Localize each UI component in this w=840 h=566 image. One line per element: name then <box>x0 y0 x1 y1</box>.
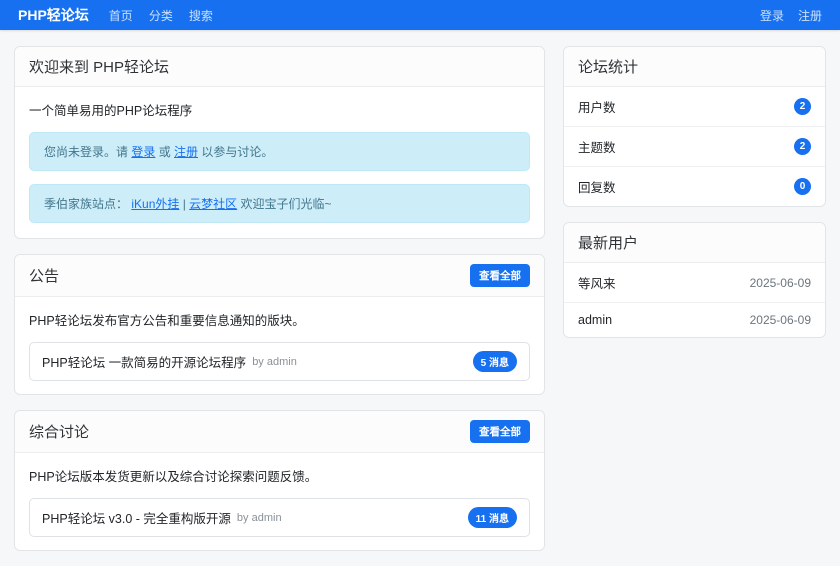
register-link[interactable]: 注册 <box>798 7 822 24</box>
thread-row[interactable]: PHP轻论坛 一款简易的开源论坛程序 by admin 5 消息 <box>29 342 530 381</box>
login-alert: 您尚未登录。请 登录 或 注册 以参与讨论。 <box>29 132 530 171</box>
nav-item-categories[interactable]: 分类 <box>149 7 173 24</box>
stat-row-topics: 主题数 2 <box>564 127 825 167</box>
top-navbar: PHP轻论坛 首页 分类 搜索 登录 注册 <box>0 0 840 30</box>
thread-author: by admin <box>237 512 282 524</box>
stat-value-badge: 2 <box>794 98 811 115</box>
board-general-body: PHP论坛版本发货更新以及综合讨论探索问题反馈。 PHP轻论坛 v3.0 - 完… <box>15 453 544 550</box>
board-announcements-header: 公告 查看全部 <box>15 255 544 297</box>
thread-author: by admin <box>252 356 297 368</box>
board-title: 综合讨论 <box>29 421 89 442</box>
welcome-subtitle: 一个简单易用的PHP论坛程序 <box>29 100 530 119</box>
board-card-announcements: 公告 查看全部 PHP轻论坛发布官方公告和重要信息通知的版块。 PHP轻论坛 一… <box>14 254 545 395</box>
user-join-date: 2025-06-09 <box>750 276 811 290</box>
stat-row-users: 用户数 2 <box>564 87 825 127</box>
thread-message-count-badge: 5 消息 <box>473 351 517 372</box>
nav-auth-links: 登录 注册 <box>760 7 822 24</box>
family-sites-alert: 季伯家族站点： iKun外挂 | 云梦社区 欢迎宝子们光临~ <box>29 184 530 223</box>
latest-users-title: 最新用户 <box>578 232 638 253</box>
thread-row[interactable]: PHP轻论坛 v3.0 - 完全重构版开源 by admin 11 消息 <box>29 498 530 537</box>
view-all-button[interactable]: 查看全部 <box>470 420 530 443</box>
user-name: 等风来 <box>578 273 616 292</box>
brand-logo[interactable]: PHP轻论坛 <box>18 5 89 25</box>
board-general-header: 综合讨论 查看全部 <box>15 411 544 453</box>
sidebar-column: 论坛统计 用户数 2 主题数 2 回复数 0 最新用户 <box>563 46 826 353</box>
user-row: 等风来 2025-06-09 <box>564 263 825 303</box>
login-link[interactable]: 登录 <box>760 7 784 24</box>
thread-message-count-badge: 11 消息 <box>468 507 517 528</box>
board-title: 公告 <box>29 265 59 286</box>
welcome-card-header: 欢迎来到 PHP轻论坛 <box>15 47 544 87</box>
thread-title[interactable]: PHP轻论坛 v3.0 - 完全重构版开源 <box>42 508 231 527</box>
login-alert-text: 您尚未登录。请 <box>44 145 131 159</box>
main-column: 欢迎来到 PHP轻论坛 一个简单易用的PHP论坛程序 您尚未登录。请 登录 或 … <box>14 46 545 566</box>
main-container: 欢迎来到 PHP轻论坛 一个简单易用的PHP论坛程序 您尚未登录。请 登录 或 … <box>14 46 826 566</box>
forum-stats-card: 论坛统计 用户数 2 主题数 2 回复数 0 <box>563 46 826 207</box>
nav-item-home[interactable]: 首页 <box>109 7 133 24</box>
board-description: PHP论坛版本发货更新以及综合讨论探索问题反馈。 <box>29 466 530 485</box>
thread-title[interactable]: PHP轻论坛 一款简易的开源论坛程序 <box>42 352 246 371</box>
login-alert-text: 或 <box>155 145 174 159</box>
family-alert-separator: | <box>179 197 189 211</box>
stat-label: 主题数 <box>578 137 616 156</box>
welcome-card: 欢迎来到 PHP轻论坛 一个简单易用的PHP论坛程序 您尚未登录。请 登录 或 … <box>14 46 545 239</box>
forum-stats-title: 论坛统计 <box>578 56 638 77</box>
yunmeng-site-link[interactable]: 云梦社区 <box>189 197 237 211</box>
alert-login-link[interactable]: 登录 <box>131 145 155 159</box>
user-name: admin <box>578 313 612 327</box>
stat-value-badge: 2 <box>794 138 811 155</box>
board-announcements-body: PHP轻论坛发布官方公告和重要信息通知的版块。 PHP轻论坛 一款简易的开源论坛… <box>15 297 544 394</box>
latest-users-card: 最新用户 等风来 2025-06-09 admin 2025-06-09 <box>563 222 826 338</box>
forum-stats-header: 论坛统计 <box>564 47 825 87</box>
family-alert-text: 欢迎宝子们光临~ <box>237 197 331 211</box>
stat-row-replies: 回复数 0 <box>564 167 825 206</box>
latest-users-list: 等风来 2025-06-09 admin 2025-06-09 <box>564 263 825 337</box>
stat-value-badge: 0 <box>794 178 811 195</box>
alert-register-link[interactable]: 注册 <box>174 145 198 159</box>
user-row: admin 2025-06-09 <box>564 303 825 337</box>
ikun-site-link[interactable]: iKun外挂 <box>131 197 179 211</box>
login-alert-text: 以参与讨论。 <box>198 145 273 159</box>
view-all-button[interactable]: 查看全部 <box>470 264 530 287</box>
latest-users-header: 最新用户 <box>564 223 825 263</box>
stat-label: 回复数 <box>578 177 616 196</box>
nav-item-search[interactable]: 搜索 <box>189 7 213 24</box>
welcome-title: 欢迎来到 PHP轻论坛 <box>29 56 169 77</box>
board-card-general-discussion: 综合讨论 查看全部 PHP论坛版本发货更新以及综合讨论探索问题反馈。 PHP轻论… <box>14 410 545 551</box>
stat-label: 用户数 <box>578 97 616 116</box>
nav-links: 首页 分类 搜索 <box>109 7 213 24</box>
board-description: PHP轻论坛发布官方公告和重要信息通知的版块。 <box>29 310 530 329</box>
user-join-date: 2025-06-09 <box>750 313 811 327</box>
forum-stats-list: 用户数 2 主题数 2 回复数 0 <box>564 87 825 206</box>
family-alert-text: 季伯家族站点： <box>44 197 131 211</box>
welcome-card-body: 一个简单易用的PHP论坛程序 您尚未登录。请 登录 或 注册 以参与讨论。 季伯… <box>15 87 544 238</box>
